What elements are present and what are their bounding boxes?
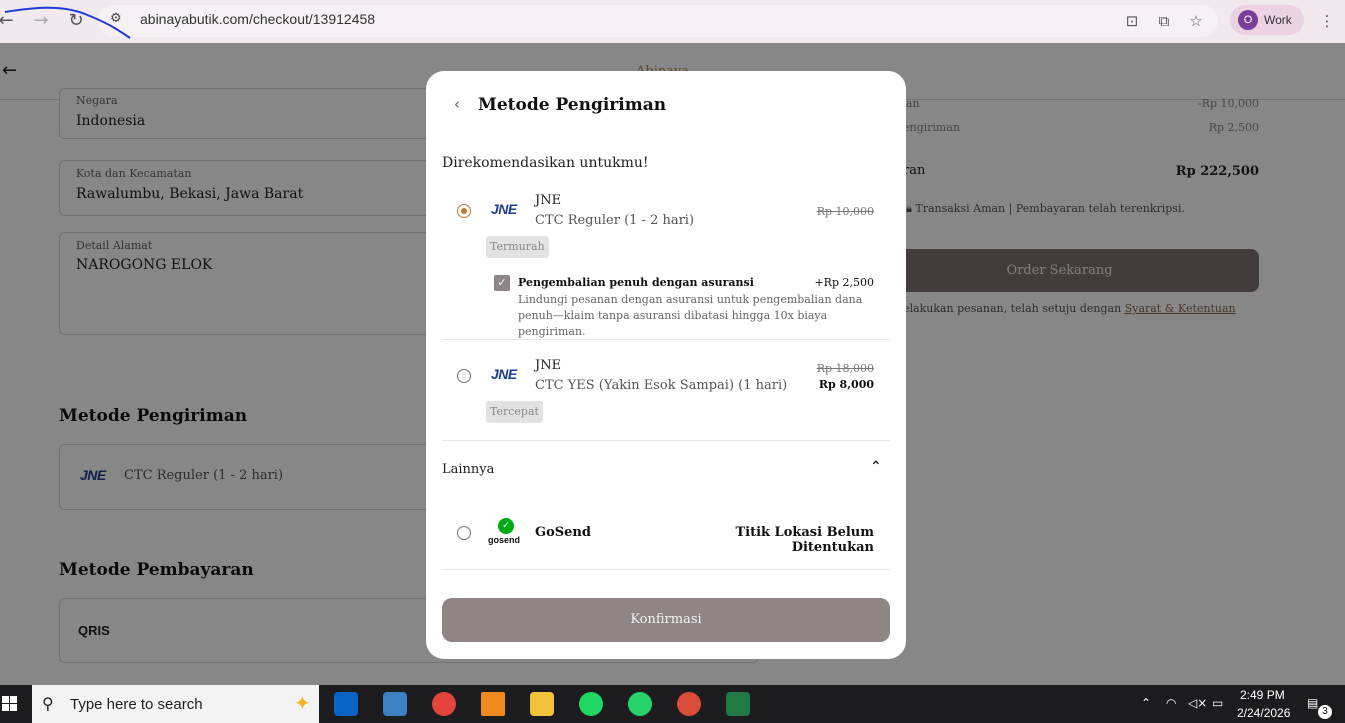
gosend-check-icon: ✓ xyxy=(498,518,514,534)
url-text[interactable]: abinayabutik.com/checkout/13912458 xyxy=(140,11,375,27)
translate-icon[interactable]: ⊡ xyxy=(1121,10,1143,32)
divider xyxy=(442,440,890,441)
insurance-checkbox[interactable]: ✓ xyxy=(494,275,510,291)
gosend-status: Titik Lokasi Belum Ditentukan xyxy=(735,525,874,555)
option-service-name: CTC YES (Yakin Esok Sampai) (1 hari) xyxy=(535,378,788,393)
cheapest-badge: Termurah xyxy=(486,236,549,258)
clock-date[interactable]: 2/24/2026 xyxy=(1237,706,1290,720)
taskbar-search-placeholder: Type here to search xyxy=(70,696,203,713)
option-new-price: Rp 8,000 xyxy=(818,378,874,391)
wifi-icon[interactable]: ◠ xyxy=(1166,696,1176,710)
jne-logo: JNE xyxy=(491,201,517,217)
back-icon[interactable]: ← xyxy=(0,9,18,33)
notification-count-badge: 3 xyxy=(1318,705,1332,719)
others-section-label[interactable]: Lainnya xyxy=(442,462,494,477)
chevron-up-icon[interactable]: ⌃ xyxy=(870,459,882,475)
jne-logo: JNE xyxy=(491,366,517,382)
insurance-description: Lindungi pesanan dengan asuransi untuk p… xyxy=(518,293,863,338)
option-courier-name: JNE xyxy=(535,358,562,373)
radio-jne-yes[interactable] xyxy=(457,369,471,383)
browser-menu-icon[interactable]: ⋮ xyxy=(1316,10,1338,32)
vlc-icon[interactable] xyxy=(481,692,505,716)
profile-avatar: O xyxy=(1238,10,1258,30)
windows-start-icon[interactable] xyxy=(0,685,32,723)
radio-gosend[interactable] xyxy=(457,526,471,540)
recommended-title: Direkomendasikan untukmu! xyxy=(442,155,649,171)
gosend-logo-text: gosend xyxy=(488,535,521,545)
gosend-logo: ✓ gosend xyxy=(486,518,526,550)
modal-title: Metode Pengiriman xyxy=(478,95,667,115)
chrome-profile-icon[interactable] xyxy=(677,692,701,716)
divider xyxy=(442,339,890,340)
reload-icon[interactable]: ↻ xyxy=(64,9,88,33)
option-service-name: CTC Reguler (1 - 2 hari) xyxy=(535,213,695,228)
insurance-title: Pengembalian penuh dengan asuransi xyxy=(518,276,754,289)
divider xyxy=(442,569,890,570)
show-hidden-icons-icon[interactable]: ⌃ xyxy=(1141,696,1151,710)
forward-icon[interactable]: → xyxy=(29,9,53,33)
gosend-name: GoSend xyxy=(535,525,591,540)
fastest-badge: Tercepat xyxy=(486,401,543,423)
file-explorer-icon[interactable] xyxy=(530,692,554,716)
site-info-icon[interactable]: ⚙ xyxy=(110,11,130,31)
copilot-sparkle-icon[interactable]: ✦ xyxy=(294,691,311,715)
modal-back-chevron-icon[interactable]: ‹ xyxy=(454,95,460,113)
spotify-icon[interactable] xyxy=(579,692,603,716)
outlook-icon[interactable] xyxy=(334,692,358,716)
option-old-price: Rp 10,000 xyxy=(816,205,874,218)
windows-taskbar: ⚲ Type here to search ✦ ⌃ ◠ ◁× ▭ 2:49 PM… xyxy=(0,685,1345,723)
chrome-icon[interactable] xyxy=(432,692,456,716)
volume-muted-icon[interactable]: ◁× xyxy=(1188,696,1207,710)
install-app-icon[interactable]: ⧉ xyxy=(1153,10,1175,32)
radio-jne-reguler[interactable] xyxy=(457,204,471,218)
profile-label: Work xyxy=(1264,13,1292,27)
clock-time[interactable]: 2:49 PM xyxy=(1240,688,1285,702)
store-icon[interactable] xyxy=(383,692,407,716)
option-courier-name: JNE xyxy=(535,193,562,208)
confirm-button[interactable]: Konfirmasi xyxy=(442,598,890,642)
browser-toolbar: ← → ↻ ⚙ abinayabutik.com/checkout/139124… xyxy=(0,0,1345,43)
whatsapp-icon[interactable] xyxy=(628,692,652,716)
taskbar-search-box[interactable]: ⚲ Type here to search ✦ xyxy=(32,685,319,723)
shipping-method-modal: ‹ Metode Pengiriman Direkomendasikan unt… xyxy=(426,71,906,659)
excel-icon[interactable] xyxy=(726,692,750,716)
battery-icon[interactable]: ▭ xyxy=(1212,696,1223,710)
notification-icon[interactable]: ▤ xyxy=(1307,696,1318,710)
search-icon: ⚲ xyxy=(42,694,54,713)
bookmark-star-icon[interactable]: ☆ xyxy=(1185,10,1207,32)
insurance-price: +Rp 2,500 xyxy=(814,276,874,289)
option-old-price: Rp 18,000 xyxy=(816,362,874,375)
profile-button[interactable]: O Work xyxy=(1230,5,1304,35)
